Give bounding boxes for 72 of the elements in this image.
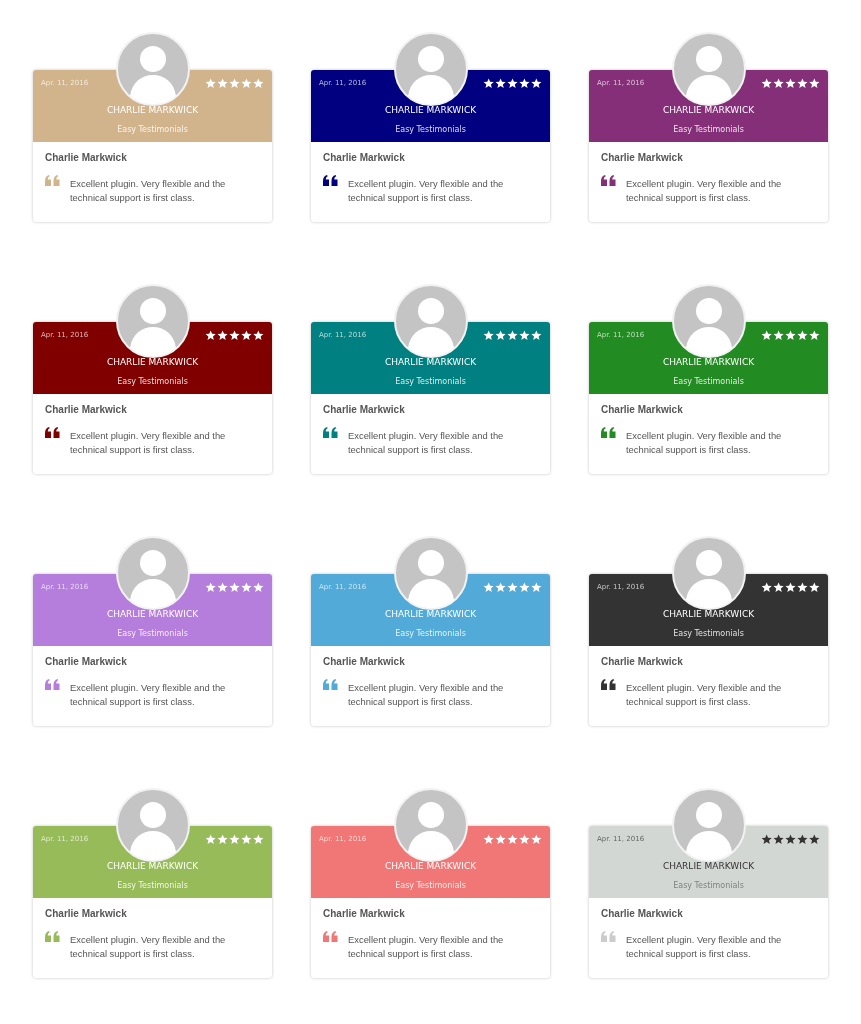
reviewer-title: CHARLIE MARKWICK: [106, 357, 199, 367]
reviewer-title: CHARLIE MARKWICK: [662, 105, 755, 115]
quote-icon: [323, 427, 338, 438]
testimonial-text: Excellent plugin. Very flexible and the technical support is first class.: [348, 933, 505, 961]
quote-icon: [601, 679, 616, 690]
source-text: Easy Testimonials: [673, 377, 744, 386]
avatar-icon: [115, 536, 190, 610]
avatar-icon: [671, 32, 746, 106]
reviewer-title: CHARLIE MARKWICK: [106, 105, 199, 115]
testimonial-text: Excellent plugin. Very flexible and the technical support is first class.: [70, 681, 227, 709]
reviewer-title: CHARLIE MARKWICK: [106, 861, 199, 871]
reviewer-name: Charlie Markwick: [601, 908, 684, 919]
source-text: Easy Testimonials: [395, 125, 466, 134]
source-text: Easy Testimonials: [673, 629, 744, 638]
reviewer-name: Charlie Markwick: [323, 908, 406, 919]
reviewer-title: CHARLIE MARKWICK: [384, 105, 477, 115]
quote-icon: [601, 931, 616, 942]
testimonial-text: Excellent plugin. Very flexible and the technical support is first class.: [348, 681, 505, 709]
reviewer-title: CHARLIE MARKWICK: [384, 609, 477, 619]
avatar-icon: [393, 284, 468, 358]
quote-icon: [45, 175, 60, 186]
reviewer-title: CHARLIE MARKWICK: [106, 609, 199, 619]
quote-icon: [45, 427, 60, 438]
avatar-icon: [671, 788, 746, 862]
source-text: Easy Testimonials: [395, 881, 466, 890]
reviewer-name: Charlie Markwick: [45, 152, 128, 163]
avatar-icon: [671, 284, 746, 358]
reviewer-name: Charlie Markwick: [323, 656, 406, 667]
source-text: Easy Testimonials: [673, 881, 744, 890]
reviewer-name: Charlie Markwick: [45, 404, 128, 415]
testimonial-text: Excellent plugin. Very flexible and the technical support is first class.: [626, 681, 783, 709]
source-text: Easy Testimonials: [117, 377, 188, 386]
quote-icon: [45, 679, 60, 690]
testimonial-text: Excellent plugin. Very flexible and the technical support is first class.: [626, 429, 783, 457]
quote-icon: [323, 175, 338, 186]
testimonial-text: Excellent plugin. Very flexible and the technical support is first class.: [70, 177, 227, 205]
avatar-icon: [115, 788, 190, 862]
testimonial-text: Excellent plugin. Very flexible and the technical support is first class.: [626, 933, 783, 961]
reviewer-name: Charlie Markwick: [601, 656, 684, 667]
avatar-icon: [393, 788, 468, 862]
testimonial-text: Excellent plugin. Very flexible and the technical support is first class.: [70, 429, 227, 457]
testimonial-text: Excellent plugin. Very flexible and the technical support is first class.: [70, 933, 227, 961]
source-text: Easy Testimonials: [395, 629, 466, 638]
avatar-icon: [115, 284, 190, 358]
source-text: Easy Testimonials: [673, 125, 744, 134]
quote-icon: [323, 679, 338, 690]
avatar-icon: [115, 32, 190, 106]
reviewer-title: CHARLIE MARKWICK: [384, 357, 477, 367]
reviewer-name: Charlie Markwick: [45, 656, 128, 667]
reviewer-name: Charlie Markwick: [601, 152, 684, 163]
quote-icon: [45, 931, 60, 942]
reviewer-name: Charlie Markwick: [323, 404, 406, 415]
avatar-icon: [393, 536, 468, 610]
testimonial-text: Excellent plugin. Very flexible and the technical support is first class.: [626, 177, 783, 205]
avatar-icon: [671, 536, 746, 610]
reviewer-title: CHARLIE MARKWICK: [662, 609, 755, 619]
reviewer-title: CHARLIE MARKWICK: [662, 357, 755, 367]
source-text: Easy Testimonials: [395, 377, 466, 386]
testimonial-text: Excellent plugin. Very flexible and the technical support is first class.: [348, 177, 505, 205]
source-text: Easy Testimonials: [117, 881, 188, 890]
reviewer-title: CHARLIE MARKWICK: [384, 861, 477, 871]
source-text: Easy Testimonials: [117, 629, 188, 638]
reviewer-name: Charlie Markwick: [45, 908, 128, 919]
quote-icon: [601, 175, 616, 186]
source-text: Easy Testimonials: [117, 125, 188, 134]
reviewer-name: Charlie Markwick: [323, 152, 406, 163]
quote-icon: [601, 427, 616, 438]
avatar-icon: [393, 32, 468, 106]
reviewer-name: Charlie Markwick: [601, 404, 684, 415]
reviewer-title: CHARLIE MARKWICK: [662, 861, 755, 871]
testimonial-text: Excellent plugin. Very flexible and the technical support is first class.: [348, 429, 505, 457]
quote-icon: [323, 931, 338, 942]
